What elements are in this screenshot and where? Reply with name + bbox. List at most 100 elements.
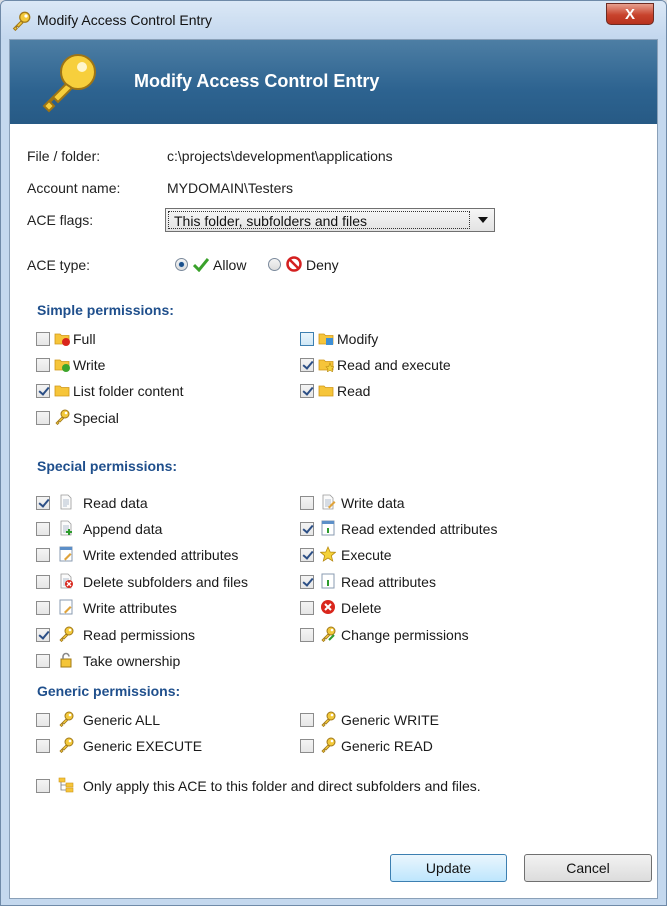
execute-checkbox[interactable]: [300, 548, 314, 562]
write-attributes-label: Write attributes: [83, 600, 177, 616]
read-attributes-label: Read attributes: [341, 574, 436, 590]
delete-subfolders-checkbox[interactable]: [36, 575, 50, 589]
header-banner: Modify Access Control Entry: [10, 40, 657, 124]
account-name-value: MYDOMAIN\Testers: [167, 180, 294, 196]
take-ownership-checkbox[interactable]: [36, 654, 50, 668]
dialog-window: Modify Access Control Entry X Modify Acc…: [0, 0, 667, 906]
generic-write-label: Generic WRITE: [341, 712, 440, 728]
title-bar: Modify Access Control Entry X: [1, 1, 666, 39]
full-checkbox[interactable]: [36, 332, 50, 346]
only-apply-checkbox[interactable]: [36, 779, 50, 793]
ace-flags-value: This folder, subfolders and files: [168, 211, 470, 229]
modify-label: Modify: [337, 331, 379, 347]
read-permissions-label: Read permissions: [83, 627, 196, 643]
allow-radio[interactable]: [175, 258, 188, 271]
generic-permissions-heading: Generic permissions:: [37, 683, 181, 699]
write-extended-attributes-checkbox[interactable]: [36, 548, 50, 562]
ace-flags-select[interactable]: This folder, subfolders and files: [165, 208, 495, 232]
check-icon: [193, 258, 209, 272]
generic-read-label: Generic READ: [341, 738, 433, 754]
folder-icon: [318, 330, 334, 345]
generic-all-label: Generic ALL: [83, 712, 161, 728]
document-icon: [58, 494, 74, 510]
key-icon: [42, 54, 96, 113]
generic-write-checkbox[interactable]: [300, 713, 314, 727]
special-permissions-heading: Special permissions:: [37, 458, 178, 474]
account-name-label: Account name:: [27, 180, 121, 196]
write-data-label: Write data: [341, 495, 405, 511]
generic-all-checkbox[interactable]: [36, 713, 50, 727]
write-attributes-checkbox[interactable]: [36, 601, 50, 615]
attributes-icon: [321, 573, 335, 589]
ace-type-label: ACE type:: [27, 257, 91, 273]
update-button[interactable]: Update: [390, 854, 507, 882]
write-checkbox[interactable]: [36, 358, 50, 372]
read-and-execute-checkbox[interactable]: [300, 358, 314, 372]
deny-icon: [286, 256, 302, 272]
document-edit-icon: [320, 494, 336, 510]
generic-execute-label: Generic EXECUTE: [83, 738, 203, 754]
folder-icon: [54, 330, 70, 346]
generic-execute-checkbox[interactable]: [36, 739, 50, 753]
read-checkbox[interactable]: [300, 384, 314, 398]
allow-label: Allow: [213, 257, 247, 273]
ace-flags-label: ACE flags:: [27, 212, 94, 228]
append-data-checkbox[interactable]: [36, 522, 50, 536]
window-title: Modify Access Control Entry: [37, 12, 213, 28]
attributes-icon: [321, 520, 335, 536]
folder-icon: [318, 382, 334, 398]
generic-read-checkbox[interactable]: [300, 739, 314, 753]
key-icon: [58, 626, 74, 642]
folder-icon: [54, 382, 70, 398]
key-icon: [320, 711, 336, 727]
take-ownership-label: Take ownership: [83, 653, 181, 669]
read-extended-attributes-label: Read extended attributes: [341, 521, 498, 537]
write-extended-attributes-label: Write extended attributes: [83, 547, 239, 563]
star-icon: [320, 546, 336, 562]
read-extended-attributes-checkbox[interactable]: [300, 522, 314, 536]
write-label: Write: [73, 357, 106, 373]
delete-label: Delete: [341, 600, 382, 616]
folder-tree-icon: [58, 777, 74, 793]
deny-label: Deny: [306, 257, 339, 273]
key-icon: [54, 409, 70, 425]
file-folder-label: File / folder:: [27, 148, 101, 164]
key-icon: [58, 711, 74, 727]
attributes-edit-icon: [59, 546, 73, 562]
chevron-down-icon[interactable]: [478, 217, 488, 223]
banner-title: Modify Access Control Entry: [134, 71, 380, 91]
special-checkbox[interactable]: [36, 411, 50, 425]
full-label: Full: [73, 331, 96, 347]
append-data-label: Append data: [83, 521, 163, 537]
key-edit-icon: [320, 626, 336, 642]
read-data-label: Read data: [83, 495, 148, 511]
special-label: Special: [73, 410, 119, 426]
attributes-edit-icon: [59, 599, 73, 615]
delete-subfolders-label: Delete subfolders and files: [83, 574, 248, 590]
read-attributes-checkbox[interactable]: [300, 575, 314, 589]
folder-icon: [318, 356, 334, 372]
modify-checkbox[interactable]: [300, 332, 314, 346]
key-icon: [58, 737, 74, 753]
document-delete-icon: [58, 573, 73, 589]
read-and-execute-label: Read and execute: [337, 357, 451, 373]
lock-icon: [60, 652, 72, 668]
change-permissions-checkbox[interactable]: [300, 628, 314, 642]
file-folder-value: c:\projects\development\applications: [167, 148, 393, 164]
cancel-button[interactable]: Cancel: [524, 854, 652, 882]
list-folder-content-label: List folder content: [73, 383, 184, 399]
only-apply-label: Only apply this ACE to this folder and d…: [83, 778, 481, 794]
deny-radio[interactable]: [268, 258, 281, 271]
delete-checkbox[interactable]: [300, 601, 314, 615]
key-icon: [11, 11, 31, 31]
read-permissions-checkbox[interactable]: [36, 628, 50, 642]
list-folder-content-checkbox[interactable]: [36, 384, 50, 398]
close-button[interactable]: X: [606, 3, 654, 25]
key-icon: [320, 737, 336, 753]
dialog-body: Modify Access Control Entry File / folde…: [9, 39, 658, 899]
folder-icon: [54, 356, 70, 372]
simple-permissions-heading: Simple permissions:: [37, 302, 174, 318]
write-data-checkbox[interactable]: [300, 496, 314, 510]
change-permissions-label: Change permissions: [341, 627, 469, 643]
read-data-checkbox[interactable]: [36, 496, 50, 510]
